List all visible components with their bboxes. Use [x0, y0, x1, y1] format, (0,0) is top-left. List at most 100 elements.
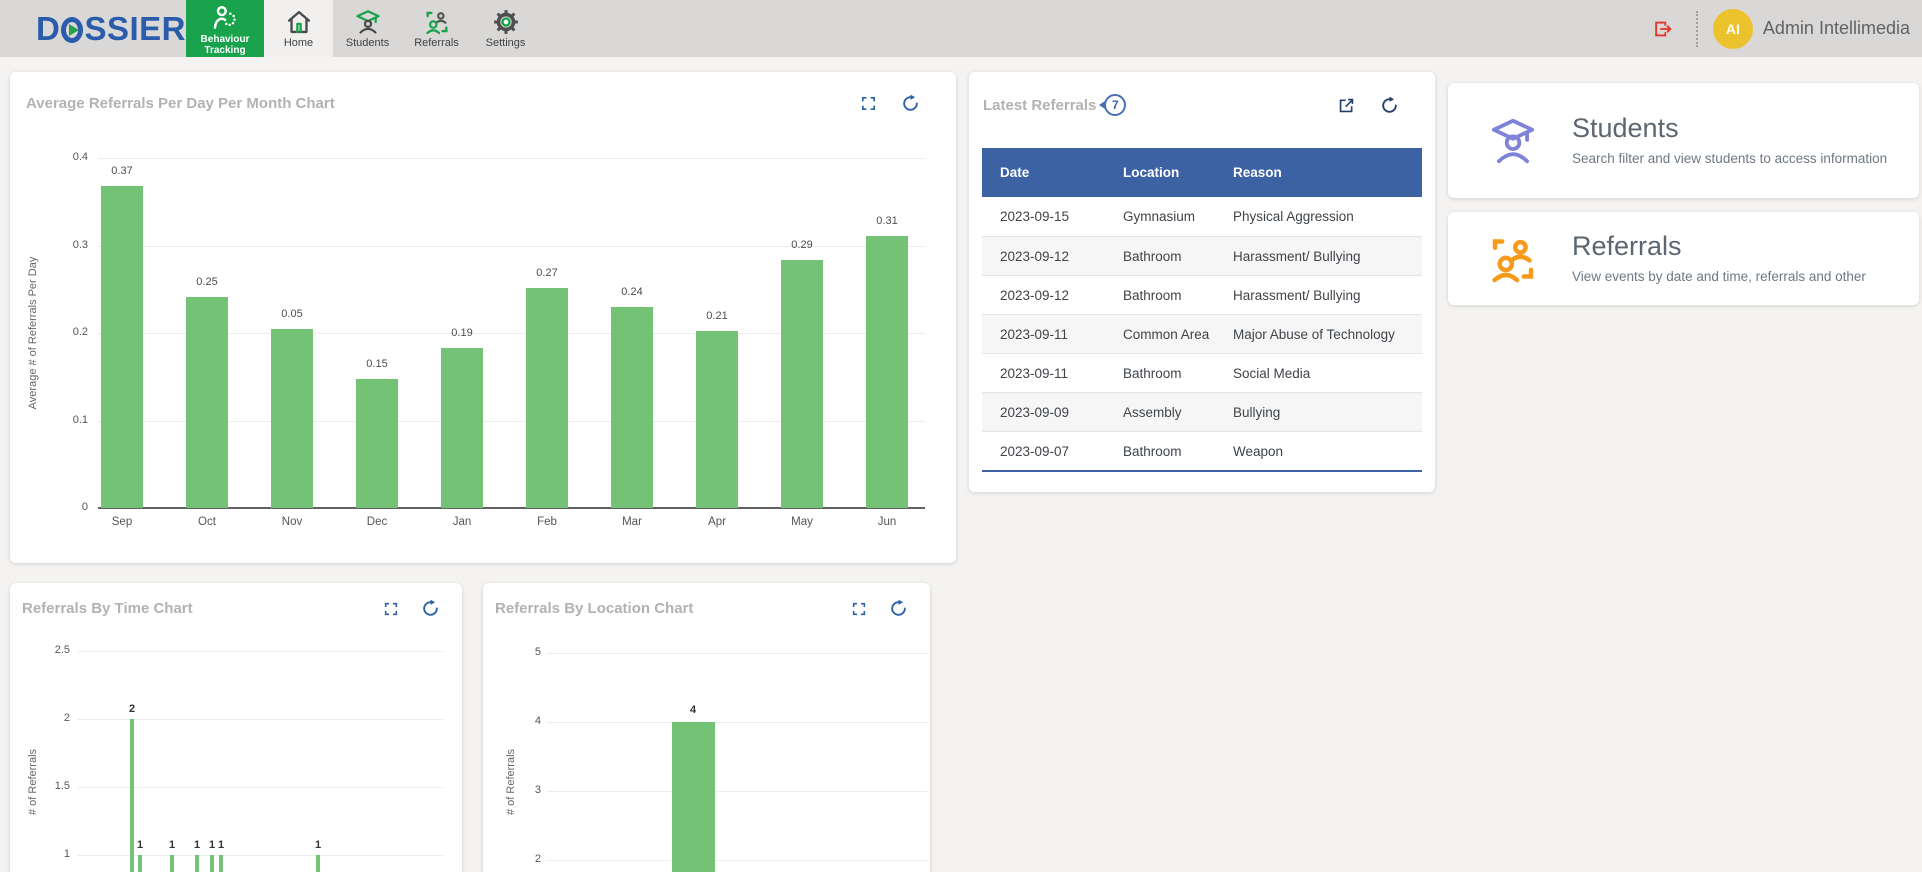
students-nav-card[interactable]: Students Search filter and view students… — [1448, 83, 1919, 198]
referral-reason: Weapon — [1215, 432, 1422, 470]
column-header: Reason — [1215, 148, 1422, 197]
gridline — [547, 791, 927, 792]
tab-home[interactable]: Home — [264, 0, 333, 57]
tab-behaviour-tracking[interactable]: Behaviour Tracking — [186, 0, 264, 57]
tab-label: Referrals — [414, 38, 459, 49]
students-card-subtitle: Search filter and view students to acces… — [1572, 149, 1887, 168]
bar-value-label: 0.15 — [347, 358, 407, 370]
bar-value-label: 0.24 — [602, 286, 662, 298]
behaviour-tracking-icon — [210, 2, 240, 32]
table-row[interactable]: 2023-09-07BathroomWeapon — [982, 431, 1422, 470]
x-category-label: Dec — [347, 516, 407, 528]
referral-date: 2023-09-09 — [982, 393, 1105, 431]
referral-date: 2023-09-11 — [982, 354, 1105, 392]
referral-location: Gymnasium — [1105, 197, 1215, 236]
table-header-row: DateLocationReason — [982, 148, 1422, 197]
x-category-label: Mar — [602, 516, 662, 528]
bar-value-label: 0.19 — [432, 327, 492, 339]
x-category-label: Oct — [177, 516, 237, 528]
latest-referrals-card: Latest Referrals 7 DateLocationReason202… — [969, 72, 1435, 492]
x-category-label: Jan — [432, 516, 492, 528]
settings-icon — [492, 8, 520, 36]
top-navbar: D SSIER Behaviour Tracking Home Students Re… — [0, 0, 1922, 57]
x-category-label: Nov — [262, 516, 322, 528]
tab-label: Behaviour Tracking — [186, 34, 264, 56]
bar-value-label: 0.25 — [177, 276, 237, 288]
bar — [195, 855, 199, 872]
referral-reason: Major Abuse of Technology — [1215, 315, 1422, 353]
table-row[interactable]: 2023-09-11Common AreaMajor Abuse of Tech… — [982, 314, 1422, 353]
student-graduate-icon — [1486, 114, 1540, 168]
referral-date: 2023-09-11 — [982, 315, 1105, 353]
dossier-logo[interactable]: D SSIER — [36, 0, 186, 57]
bar — [170, 855, 174, 872]
referrals-card-title: Referrals — [1572, 231, 1866, 262]
bar — [611, 307, 653, 508]
y-tick-label: 2 — [28, 712, 70, 724]
user-name[interactable]: Admin Intellimedia — [1763, 18, 1910, 39]
x-category-label: May — [772, 516, 832, 528]
referral-reason: Bullying — [1215, 393, 1422, 431]
referrals-by-time-bar-chart: # of Referrals 11.522.52111111 — [10, 583, 462, 872]
gridline — [547, 722, 927, 723]
nav-tabs: Behaviour Tracking Home Students Referrals S… — [186, 0, 540, 57]
column-header: Location — [1105, 148, 1215, 197]
navbar-divider — [1696, 11, 1698, 47]
referral-count-badge: 7 — [1104, 94, 1126, 116]
latest-referrals-title: Latest Referrals — [983, 97, 1096, 114]
referral-date: 2023-09-12 — [982, 276, 1105, 314]
y-tick-label: 4 — [499, 715, 541, 727]
bar — [210, 855, 214, 872]
bar-value-label: 1 — [191, 839, 251, 851]
table-row[interactable]: 2023-09-09AssemblyBullying — [982, 392, 1422, 431]
bar — [696, 331, 738, 508]
gridline — [547, 653, 927, 654]
table-row[interactable]: 2023-09-15GymnasiumPhysical Aggression — [982, 197, 1422, 236]
bar — [219, 855, 223, 872]
bar — [138, 855, 142, 872]
referral-location: Bathroom — [1105, 354, 1215, 392]
tab-students[interactable]: Students — [333, 0, 402, 57]
avatar[interactable]: AI — [1713, 9, 1753, 49]
table-row[interactable]: 2023-09-11BathroomSocial Media — [982, 353, 1422, 392]
table-row[interactable]: 2023-09-12BathroomHarassment/ Bullying — [982, 236, 1422, 275]
y-tick-label: 5 — [499, 646, 541, 658]
y-tick-label: 2 — [499, 853, 541, 865]
referral-location: Common Area — [1105, 315, 1215, 353]
bar — [271, 329, 313, 508]
open-in-new-icon[interactable] — [1337, 96, 1356, 115]
y-tick-label: 0.4 — [46, 151, 88, 163]
bar-value-label: 0.37 — [92, 165, 152, 177]
bar-value-label: 1 — [288, 839, 348, 851]
y-tick-label: 0.1 — [46, 414, 88, 426]
referrals-by-location-bar-chart: # of Referrals 23454 — [483, 583, 930, 872]
home-icon — [285, 8, 313, 36]
tab-label: Home — [284, 38, 313, 49]
referrals-people-icon — [1486, 232, 1540, 286]
students-card-title: Students — [1572, 113, 1887, 144]
bar — [781, 260, 823, 508]
bar-value-label: 0.29 — [772, 239, 832, 251]
bar — [672, 722, 715, 872]
x-category-label: Feb — [517, 516, 577, 528]
tab-referrals[interactable]: Referrals — [402, 0, 471, 57]
tab-settings[interactable]: Settings — [471, 0, 540, 57]
bar — [441, 348, 483, 508]
x-category-label: Apr — [687, 516, 747, 528]
bar — [101, 186, 143, 508]
y-tick-label: 2.5 — [28, 644, 70, 656]
tab-label: Students — [346, 38, 389, 49]
gridline — [78, 651, 443, 652]
referral-date: 2023-09-15 — [982, 197, 1105, 236]
referrals-card-subtitle: View events by date and time, referrals … — [1572, 267, 1866, 286]
y-tick-label: 3 — [499, 784, 541, 796]
x-category-label: Sep — [92, 516, 152, 528]
referrals-nav-card[interactable]: Referrals View events by date and time, … — [1448, 212, 1919, 305]
y-tick-label: 1 — [28, 848, 70, 860]
bar-value-label: 0.31 — [857, 215, 917, 227]
x-category-label: Jun — [857, 516, 917, 528]
table-row[interactable]: 2023-09-12BathroomHarassment/ Bullying — [982, 275, 1422, 314]
refresh-icon[interactable] — [1380, 96, 1399, 115]
logout-icon[interactable] — [1652, 18, 1674, 40]
bar-value-label: 0.27 — [517, 267, 577, 279]
